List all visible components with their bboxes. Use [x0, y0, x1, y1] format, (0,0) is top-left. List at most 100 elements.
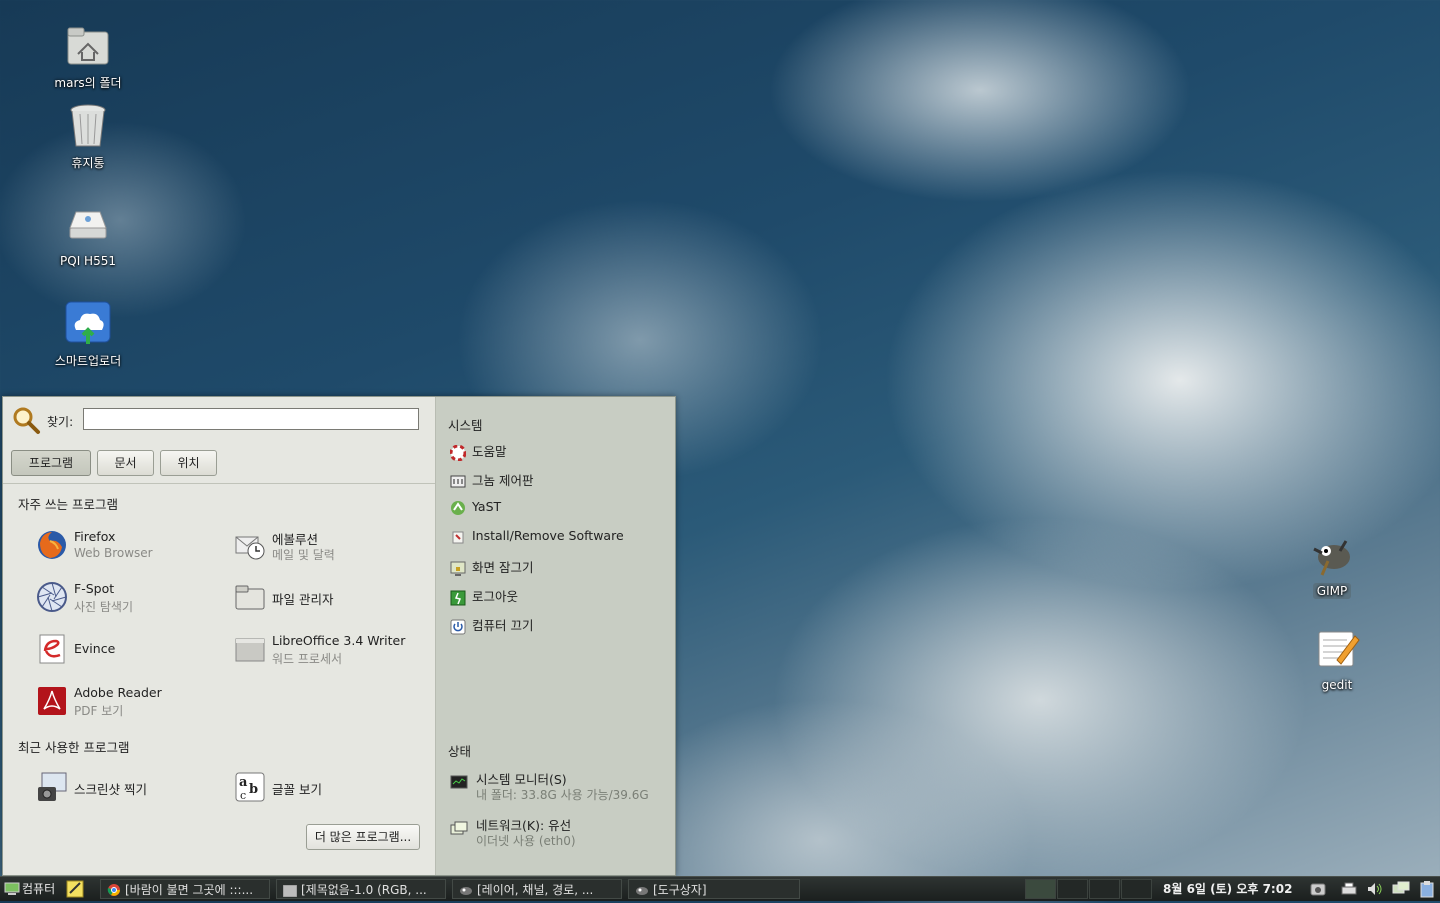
taskbar-task-browser[interactable]: [바람이 불면 그곳에 :::...	[100, 879, 270, 899]
taskbar-task-gimp-layers[interactable]: [레이어, 채널, 경로, ...	[452, 879, 622, 899]
app-name: Adobe Reader	[74, 685, 162, 700]
tab-places[interactable]: 위치	[160, 450, 217, 476]
computer-icon	[4, 881, 20, 897]
search-input[interactable]	[83, 408, 419, 430]
system-item-help[interactable]: 도움말	[449, 441, 507, 461]
system-item-shutdown[interactable]: 컴퓨터 끄기	[450, 615, 533, 635]
control-panel-icon	[450, 474, 466, 490]
taskbar: 컴퓨터 [바람이 불면 그곳에 :::... [제목없음-1.0 (RGB, .…	[0, 876, 1440, 901]
workspace-2[interactable]	[1057, 879, 1088, 899]
workspace-4[interactable]	[1121, 879, 1152, 899]
status-title: 상태	[448, 744, 472, 759]
system-item-lock-screen[interactable]: 화면 잠그기	[450, 557, 533, 577]
system-item-install-remove[interactable]: Install/Remove Software	[450, 528, 624, 548]
tab-documents[interactable]: 문서	[97, 450, 154, 476]
app-libreoffice-writer[interactable]: LibreOffice 3.4 Writer 워드 프로세서	[234, 629, 429, 669]
folder-icon	[234, 581, 266, 613]
app-name: 글꼴 보기	[272, 782, 322, 797]
workspace-3[interactable]	[1089, 879, 1120, 899]
app-evince[interactable]: Evince	[36, 629, 231, 669]
status-item-detail: 이더넷 사용 (eth0)	[476, 834, 576, 848]
screenshot-tray-icon[interactable]	[1309, 880, 1327, 898]
font-icon: abc	[234, 771, 266, 803]
taskbar-task-gimp-toolbox[interactable]: [도구상자]	[628, 879, 800, 899]
system-item-label: YaST	[472, 499, 502, 514]
more-programs-button[interactable]: 더 많은 프로그램...	[306, 824, 420, 850]
app-fspot[interactable]: F-Spot 사진 탐색기	[36, 577, 231, 617]
drive-icon	[64, 202, 112, 250]
app-adobe-reader[interactable]: Adobe Reader PDF 보기	[36, 681, 231, 721]
desktop-icon-gimp[interactable]: GIMP	[1287, 531, 1377, 599]
workspace-1[interactable]	[1025, 879, 1056, 899]
task-label: [도구상자]	[653, 883, 707, 897]
app-file-manager[interactable]: 파일 관리자	[234, 577, 429, 617]
volume-icon[interactable]	[1366, 880, 1384, 898]
system-item-label: Install/Remove Software	[472, 528, 624, 543]
app-description: 워드 프로세서	[272, 652, 343, 666]
power-icon	[450, 619, 466, 635]
app-font-viewer[interactable]: abc 글꼴 보기	[234, 767, 429, 807]
taskbar-task-gimp-image[interactable]: [제목없음-1.0 (RGB, ...	[276, 879, 446, 899]
logout-icon	[450, 590, 466, 606]
pdf-icon	[36, 685, 68, 717]
app-name: Firefox	[74, 529, 116, 544]
task-label: [제목없음-1.0 (RGB, ...	[301, 883, 427, 897]
search-label: 찾기:	[47, 415, 74, 429]
app-name: Evince	[74, 641, 116, 656]
app-name: 스크린샷 찍기	[74, 782, 147, 797]
aperture-icon	[36, 581, 68, 613]
app-name: 파일 관리자	[272, 592, 334, 607]
desktop-icon-label: gedit	[1321, 678, 1353, 692]
status-item-detail: 내 폴더: 33.8G 사용 가능/39.6G	[476, 788, 649, 802]
desktop-icon-usb-drive[interactable]: PQI H551	[43, 202, 133, 268]
camera-icon	[36, 771, 68, 803]
network-tray-icon[interactable]	[1392, 880, 1410, 898]
menu-right-pane: 시스템 도움말 그놈 제어판 YaST Install/Remove Softw…	[436, 397, 675, 875]
desktop-icon-label: 스마트업로더	[54, 354, 122, 368]
status-item-network[interactable]: 네트워크(K): 유선 이더넷 사용 (eth0)	[450, 815, 670, 855]
app-name: LibreOffice 3.4 Writer	[272, 633, 406, 648]
main-menu: 찾기: 프로그램 문서 위치 자주 쓰는 프로그램 Firefox Web Brow…	[2, 396, 676, 876]
help-icon	[449, 444, 467, 461]
menu-tabs: 프로그램 문서 위치	[11, 450, 223, 476]
writer-icon	[234, 633, 266, 665]
desktop-icon-home-folder[interactable]: mars의 폴더	[43, 22, 133, 91]
tab-divider	[3, 483, 435, 484]
system-item-yast[interactable]: YaST	[450, 499, 501, 519]
system-item-label: 로그아웃	[472, 589, 519, 604]
clock[interactable]: 8월 6일 (토) 오후 7:02	[1163, 879, 1292, 899]
desktop-icon-label: PQI H551	[60, 254, 116, 268]
system-item-logout[interactable]: 로그아웃	[450, 586, 518, 606]
app-firefox[interactable]: Firefox Web Browser	[36, 525, 231, 565]
firefox-icon	[36, 529, 68, 561]
folder-icon	[64, 22, 112, 70]
app-description: Web Browser	[74, 546, 153, 560]
system-item-label: 컴퓨터 끄기	[472, 618, 534, 633]
system-item-label: 화면 잠그기	[472, 560, 534, 575]
tab-programs[interactable]: 프로그램	[11, 450, 91, 476]
gimp-icon	[1308, 531, 1356, 579]
desktop-icon-smart-uploader[interactable]: 스마트업로더	[43, 300, 133, 369]
network-icon	[450, 821, 468, 837]
desktop-icon-label: GIMP	[1312, 583, 1352, 599]
app-screenshot[interactable]: 스크린샷 찍기	[36, 767, 231, 807]
clipboard-tray-icon[interactable]	[1418, 880, 1436, 898]
app-evolution[interactable]: 에볼루션 메일 및 달력	[234, 525, 429, 565]
system-item-label: 도움말	[472, 444, 507, 459]
image-window-icon	[282, 883, 298, 898]
desktop-icon-label: 휴지통	[71, 156, 105, 170]
status-item-system-monitor[interactable]: 시스템 모니터(S) 내 폴더: 33.8G 사용 가능/39.6G	[450, 769, 670, 809]
desktop-icon-gedit[interactable]: gedit	[1292, 626, 1382, 692]
search-icon	[11, 405, 41, 435]
yast-icon	[450, 500, 466, 516]
computer-menu-label: 컴퓨터	[22, 882, 56, 896]
favorites-title: 자주 쓰는 프로그램	[18, 497, 118, 512]
notes-launcher-icon[interactable]	[66, 880, 86, 898]
document-viewer-icon	[36, 633, 68, 665]
computer-menu-button[interactable]: 컴퓨터	[2, 879, 59, 899]
system-title: 시스템	[448, 418, 483, 433]
system-item-control-center[interactable]: 그놈 제어판	[450, 470, 533, 490]
app-description: PDF 보기	[74, 704, 124, 718]
desktop-icon-trash[interactable]: 휴지통	[43, 102, 133, 171]
printer-tray-icon[interactable]	[1340, 880, 1358, 898]
